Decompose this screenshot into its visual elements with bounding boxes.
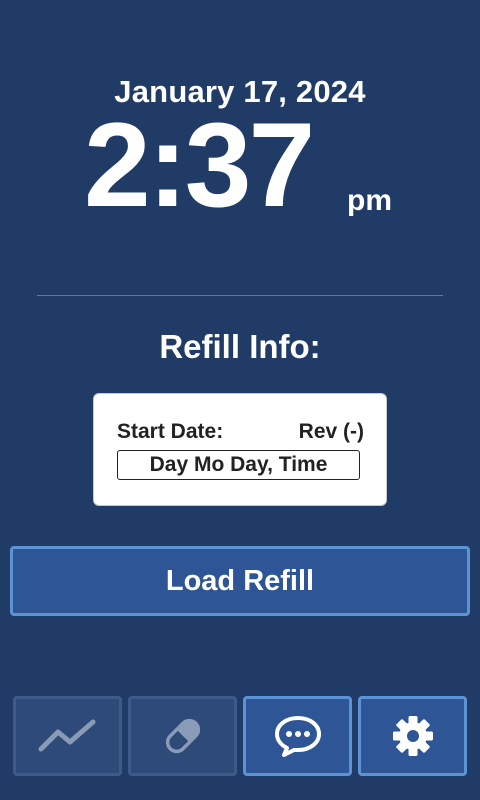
start-date-value: Day Mo Day, Time	[117, 450, 360, 480]
refill-info-card: Start Date: Rev (-) Day Mo Day, Time	[93, 393, 387, 506]
gear-icon	[392, 716, 433, 756]
clock-display: 2:37 pm	[0, 100, 480, 230]
refill-info-title: Refill Info:	[159, 328, 321, 365]
revision-label: Rev (-)	[298, 420, 364, 443]
load-refill-button[interactable]: Load Refill	[10, 546, 470, 616]
divider	[37, 295, 443, 296]
start-date-label: Start Date:	[117, 420, 224, 443]
nav-trends-button[interactable]	[13, 696, 122, 776]
pill-icon	[165, 718, 200, 754]
nav-settings-button[interactable]	[358, 696, 467, 776]
nav-messages-button[interactable]	[243, 696, 352, 776]
time-label: 2:37	[84, 98, 315, 232]
ampm-label: pm	[347, 184, 392, 217]
nav-medication-button[interactable]	[128, 696, 237, 776]
chart-icon	[38, 719, 95, 752]
chat-icon	[274, 716, 321, 757]
